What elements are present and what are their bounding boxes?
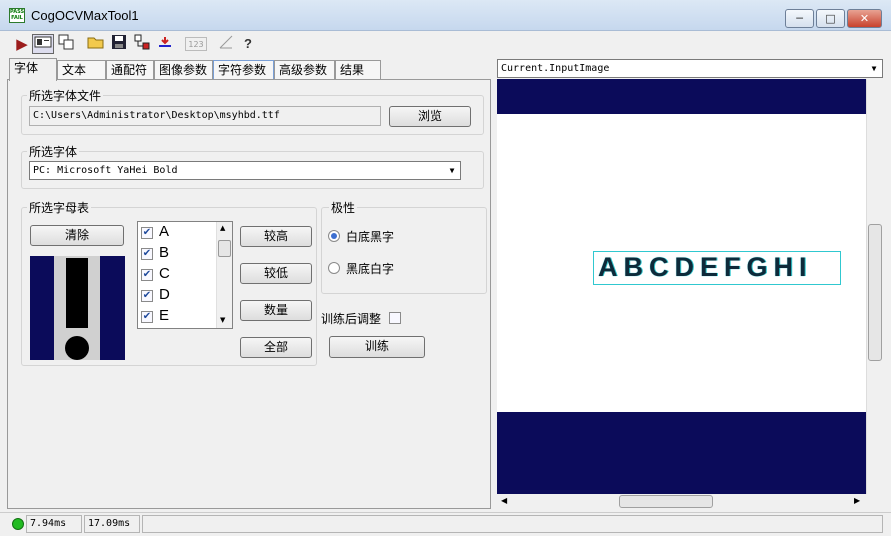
title-bar: PASS FAIL CogOCVMaxTool1 ─ □ ✕ xyxy=(0,0,891,31)
measure-icon[interactable] xyxy=(216,34,236,54)
top-band xyxy=(497,79,866,114)
char-label: D xyxy=(159,286,170,303)
live-display-icon[interactable] xyxy=(32,34,54,54)
radio-label: 黑底白字 xyxy=(346,262,395,276)
undo-icon[interactable] xyxy=(155,34,175,54)
maximize-button[interactable]: □ xyxy=(816,9,845,28)
tab-advanced-params[interactable]: 高级参数 xyxy=(274,60,335,80)
train-button[interactable]: 训练 xyxy=(329,336,425,358)
minimize-button[interactable]: ─ xyxy=(785,9,814,28)
tab-text[interactable]: 文本 xyxy=(57,60,106,80)
font-title: 所选字体 xyxy=(27,143,80,160)
run-icon[interactable]: ▶ xyxy=(12,34,32,54)
image-hscrollbar[interactable]: ◀ ▶ xyxy=(497,494,866,510)
char-checkbox[interactable]: ✔ xyxy=(141,227,153,239)
chevron-down-icon[interactable]: ▼ xyxy=(220,316,225,324)
status-indicator-icon xyxy=(12,518,24,530)
close-button[interactable]: ✕ xyxy=(847,9,882,28)
status-time-1: 7.94ms xyxy=(26,515,82,533)
polarity-group xyxy=(321,207,487,294)
chevron-up-icon[interactable]: ▲ xyxy=(220,224,225,232)
toolbar: ▶ 123 ? xyxy=(0,31,891,57)
tab-wildcard[interactable]: 通配符 xyxy=(106,60,154,80)
app-icon: PASS FAIL xyxy=(9,8,25,23)
scroll-thumb[interactable] xyxy=(218,240,231,257)
font-select-value: PC: Microsoft YaHei Bold xyxy=(33,165,178,176)
chevron-left-icon[interactable]: ◀ xyxy=(501,496,507,505)
browse-button[interactable]: 浏览 xyxy=(389,106,471,127)
sample-text-region[interactable]: ABCDEFGHI xyxy=(593,251,841,285)
clear-button[interactable]: 清除 xyxy=(30,225,124,246)
font-file-title: 所选字体文件 xyxy=(27,87,104,104)
adjust-after-train-checkbox[interactable] xyxy=(389,312,401,324)
char-checkbox[interactable]: ✔ xyxy=(141,269,153,281)
char-checkbox[interactable]: ✔ xyxy=(141,311,153,323)
higher-button[interactable]: 较高 xyxy=(240,226,312,247)
digits-button[interactable]: 数量 xyxy=(240,300,312,321)
char-list[interactable]: ✔ A ✔ B ✔ C ✔ D ✔ E ▲ ▼ xyxy=(137,221,233,329)
char-label: E xyxy=(159,307,170,324)
open-icon[interactable] xyxy=(86,34,106,54)
chevron-down-icon: ▼ xyxy=(449,166,455,175)
adjust-after-train-label: 训练后调整 xyxy=(321,312,382,326)
chevron-down-icon: ▼ xyxy=(871,64,877,73)
tree-icon[interactable] xyxy=(132,34,152,54)
font-select[interactable]: PC: Microsoft YaHei Bold ▼ xyxy=(29,161,461,180)
char-checkbox[interactable]: ✔ xyxy=(141,248,153,260)
chevron-right-icon[interactable]: ▶ xyxy=(854,496,860,505)
font-path-field[interactable]: C:\Users\Administrator\Desktop\msyhbd.tt… xyxy=(29,106,381,126)
status-bar: 7.94ms 17.09ms xyxy=(0,512,891,536)
window-title: CogOCVMaxTool1 xyxy=(31,8,139,23)
char-checkbox[interactable]: ✔ xyxy=(141,290,153,302)
alphabet-title: 所选字母表 xyxy=(27,199,92,216)
save-icon[interactable] xyxy=(109,34,129,54)
scroll-thumb[interactable] xyxy=(619,495,713,508)
radio-black-on-white[interactable] xyxy=(328,230,340,242)
tab-font[interactable]: 字体 xyxy=(9,58,57,81)
tab-char-params[interactable]: 字符参数 xyxy=(213,60,274,80)
all-button[interactable]: 全部 xyxy=(240,337,312,358)
status-time-2: 17.09ms xyxy=(84,515,140,533)
char-label: C xyxy=(159,265,170,282)
image-select[interactable]: Current.InputImage ▼ xyxy=(497,59,883,78)
polarity-title: 极性 xyxy=(329,199,358,216)
reset-icon[interactable] xyxy=(56,34,76,54)
image-select-value: Current.InputImage xyxy=(501,63,610,74)
help-icon[interactable]: ? xyxy=(238,34,258,54)
glyph-preview xyxy=(30,256,125,360)
image-vscrollbar[interactable] xyxy=(866,79,883,494)
bottom-band xyxy=(497,412,866,494)
char-label: A xyxy=(159,223,170,240)
lower-button[interactable]: 较低 xyxy=(240,263,312,284)
tab-results[interactable]: 结果 xyxy=(335,60,381,80)
radio-label: 白底黑字 xyxy=(346,230,395,244)
image-display[interactable]: ABCDEFGHI xyxy=(497,79,866,494)
sample-text: ABCDEFGHI xyxy=(598,252,813,282)
counter-icon[interactable]: 123 xyxy=(185,37,207,51)
status-empty-cell xyxy=(142,515,883,533)
scroll-thumb[interactable] xyxy=(868,224,882,361)
char-label: B xyxy=(159,244,170,261)
radio-white-on-black[interactable] xyxy=(328,262,340,274)
char-list-scrollbar[interactable]: ▲ ▼ xyxy=(216,222,232,328)
tab-image-params[interactable]: 图像参数 xyxy=(154,60,213,80)
